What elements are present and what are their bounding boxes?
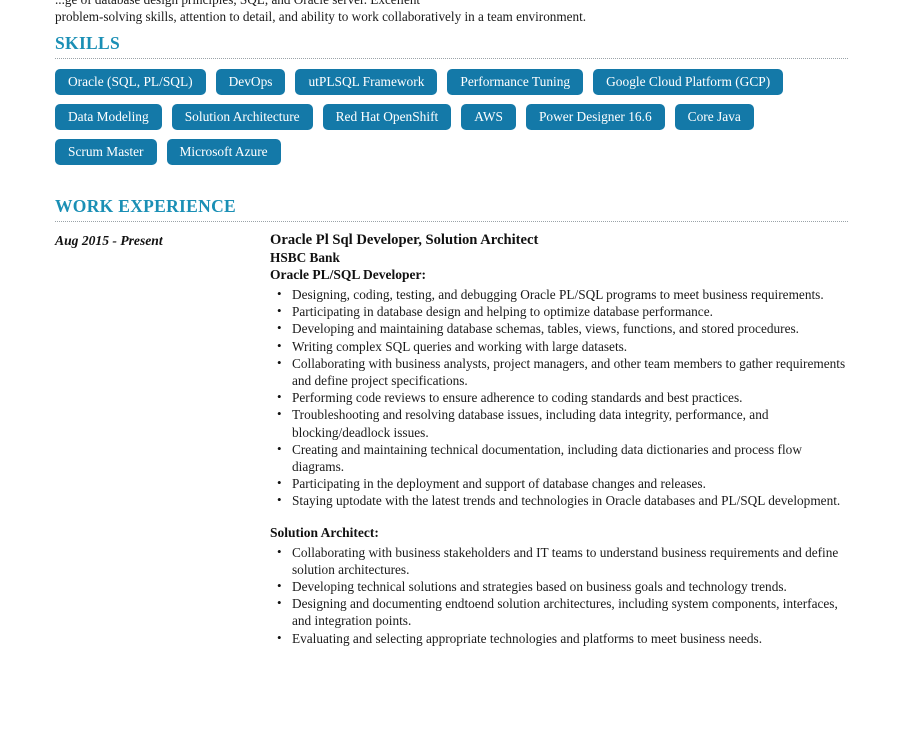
duty-item: Participating in database design and hel… bbox=[270, 302, 850, 320]
skill-chip: Core Java bbox=[674, 104, 754, 130]
duty-item: Collaborating with business analysts, pr… bbox=[270, 354, 850, 389]
duty-item: Designing and documenting endtoend solut… bbox=[270, 594, 850, 629]
experience-details: Oracle Pl Sql Developer, Solution Archit… bbox=[270, 231, 850, 647]
skill-chip: Solution Architecture bbox=[171, 104, 313, 130]
role-heading: Oracle PL/SQL Developer: bbox=[270, 267, 426, 282]
skill-chip: Red Hat OpenShift bbox=[322, 104, 452, 130]
skill-chip: DevOps bbox=[215, 69, 286, 95]
summary-line-clipped: ...ge of database design principles, SQL… bbox=[55, 0, 850, 8]
skill-chip: AWS bbox=[461, 104, 516, 130]
role-duty-list: Collaborating with business stakeholders… bbox=[270, 543, 850, 647]
work-experience-section-header: WORK EXPERIENCE bbox=[55, 196, 236, 216]
skill-chip: Scrum Master bbox=[55, 139, 157, 165]
skill-chip: Performance Tuning bbox=[447, 69, 584, 95]
skills-heading: SKILLS bbox=[55, 33, 121, 53]
duty-item: Performing code reviews to ensure adhere… bbox=[270, 388, 850, 406]
duty-item: Creating and maintaining technical docum… bbox=[270, 440, 850, 475]
skill-chip: utPLSQL Framework bbox=[295, 69, 438, 95]
duty-item: Developing and maintaining database sche… bbox=[270, 319, 850, 337]
professional-summary: ...ge of database design principles, SQL… bbox=[55, 0, 850, 25]
role-heading: Solution Architect: bbox=[270, 524, 379, 540]
experience-company: HSBC Bank bbox=[270, 250, 340, 265]
skill-chip: Microsoft Azure bbox=[166, 139, 281, 165]
experience-entry: Aug 2015 - Present Oracle Pl Sql Develop… bbox=[55, 231, 850, 647]
work-experience-divider bbox=[55, 221, 848, 222]
skill-chip: Power Designer 16.6 bbox=[525, 104, 665, 130]
duty-item: Developing technical solutions and strat… bbox=[270, 577, 850, 595]
resume-page: ...ge of database design principles, SQL… bbox=[0, 0, 902, 750]
skill-chip: Data Modeling bbox=[55, 104, 162, 130]
duty-item: Collaborating with business stakeholders… bbox=[270, 543, 850, 578]
role-duty-list: Designing, coding, testing, and debuggin… bbox=[270, 285, 850, 510]
duty-item: Troubleshooting and resolving database i… bbox=[270, 405, 850, 440]
experience-date-range: Aug 2015 - Present bbox=[55, 233, 163, 248]
skills-divider bbox=[55, 58, 848, 59]
work-experience-heading: WORK EXPERIENCE bbox=[55, 196, 236, 216]
duty-item: Staying uptodate with the latest trends … bbox=[270, 491, 850, 509]
skill-chip: Google Cloud Platform (GCP) bbox=[593, 69, 784, 95]
skills-section-header: SKILLS bbox=[55, 33, 120, 53]
experience-roles: Oracle PL/SQL Developer: Designing, codin… bbox=[270, 266, 850, 647]
duty-item: Participating in the deployment and supp… bbox=[270, 474, 850, 492]
experience-job-title: Oracle Pl Sql Developer, Solution Archit… bbox=[270, 232, 539, 248]
skills-list: Oracle (SQL, PL/SQL) DevOps utPLSQL Framew… bbox=[55, 69, 855, 165]
duty-item: Writing complex SQL queries and working … bbox=[270, 337, 850, 355]
duty-item: Evaluating and selecting appropriate tec… bbox=[270, 629, 850, 647]
summary-line: problem-solving skills, attention to det… bbox=[55, 9, 587, 24]
duty-item: Designing, coding, testing, and debuggin… bbox=[270, 285, 850, 303]
skill-chip: Oracle (SQL, PL/SQL) bbox=[55, 69, 206, 95]
